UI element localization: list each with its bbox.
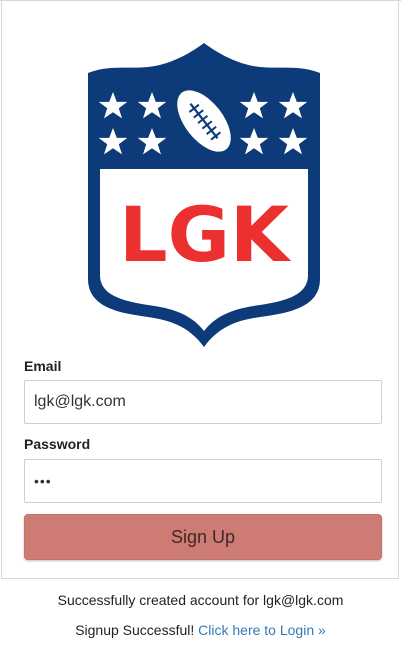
password-field[interactable]: ••• [24, 459, 382, 503]
page: LGK Email lgk@lgk.com Password ••• Sign … [0, 0, 401, 648]
password-label: Password [24, 436, 91, 452]
signup-panel: LGK Email lgk@lgk.com Password ••• Sign … [1, 1, 399, 579]
signup-success-message: Signup Successful! Click here to Login » [0, 622, 401, 638]
login-link[interactable]: Click here to Login » [198, 622, 326, 638]
email-label: Email [24, 358, 62, 374]
lgk-shield-logo: LGK [88, 43, 320, 347]
signup-button[interactable]: Sign Up [24, 514, 382, 560]
email-field[interactable]: lgk@lgk.com [24, 380, 382, 424]
account-created-message: Successfully created account for lgk@lgk… [57, 592, 344, 608]
logo-text: LGK [119, 190, 292, 279]
signup-success-text: Signup Successful! [75, 622, 195, 638]
